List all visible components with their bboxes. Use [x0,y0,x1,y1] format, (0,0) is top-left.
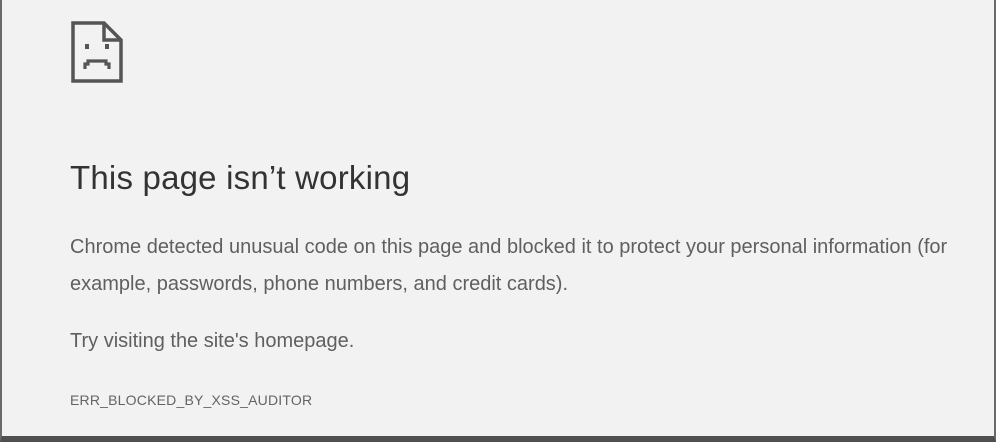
error-description: Chrome detected unusual code on this pag… [70,236,948,295]
error-code: ERR_BLOCKED_BY_XSS_AUDITOR [70,392,313,408]
browser-content-area: This page isn’t working Chrome detected … [0,0,996,442]
sad-page-icon [71,21,123,83]
suggestion-text: Try visiting the site's homepage. [70,330,355,352]
page-title: This page isn’t working [70,159,411,196]
